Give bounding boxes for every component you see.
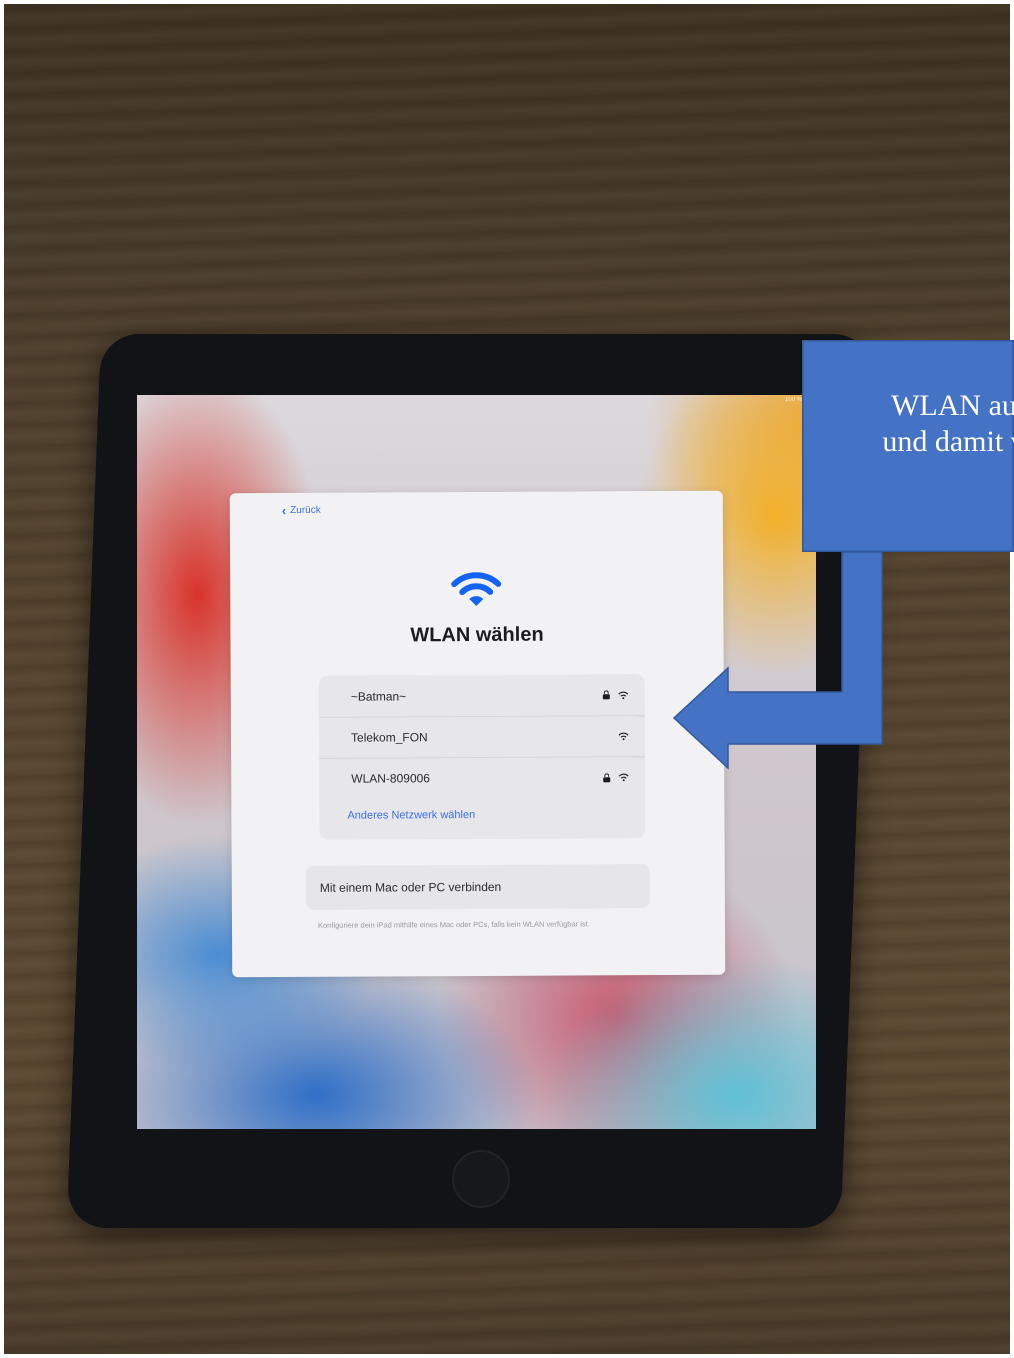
annotation-callout: WLAN au und damit v: [802, 340, 1014, 552]
back-button[interactable]: ‹ Zurück: [281, 502, 321, 518]
network-name: ~Batman~: [350, 688, 407, 704]
lock-icon: [603, 773, 610, 782]
wifi-setup-sheet: ‹ Zurück WLAN wählen ~Batman~ Telekom_FO…: [229, 490, 726, 978]
callout-line-2: und damit v: [882, 425, 1014, 458]
network-row[interactable]: ~Batman~: [319, 674, 645, 717]
home-button[interactable]: [452, 1150, 510, 1208]
wifi-signal-icon: [618, 691, 629, 699]
network-name: WLAN-809006: [351, 771, 430, 786]
back-label: Zurück: [290, 504, 321, 516]
callout-line-1: WLAN au: [891, 389, 1014, 422]
hint-text: Konfiguriere dein iPad mithilfe eines Ma…: [317, 919, 590, 930]
connect-mac-pc-button[interactable]: Mit einem Mac oder PC verbinden: [305, 864, 650, 910]
wifi-signal-icon: [618, 732, 629, 741]
other-network-link[interactable]: Anderes Netzwerk wählen: [347, 809, 475, 822]
lock-icon: [603, 690, 610, 699]
wifi-signal-icon: [618, 773, 629, 782]
network-row[interactable]: Telekom_FON: [318, 715, 646, 758]
network-row[interactable]: WLAN-809006: [319, 756, 646, 799]
chevron-left-icon: ‹: [281, 502, 287, 518]
page-title: WLAN wählen: [410, 623, 544, 647]
network-name: Telekom_FON: [350, 730, 428, 745]
wifi-icon: [451, 572, 502, 607]
battery-status: 100 %: [784, 397, 802, 403]
network-list: ~Batman~ Telekom_FON WLAN-809006 Anderes…: [318, 674, 646, 840]
